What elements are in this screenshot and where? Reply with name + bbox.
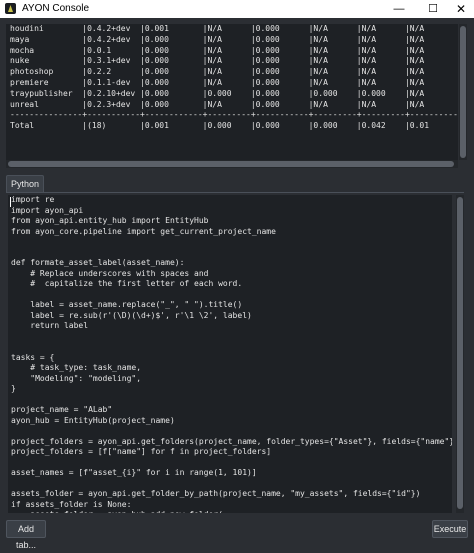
python-code-editor[interactable]: import re import ayon_api from ayon_api.en… xyxy=(8,195,452,513)
code-line: } xyxy=(11,384,16,393)
code-line: project_name = "ALab" xyxy=(11,405,113,414)
code-line: import re xyxy=(11,195,55,204)
close-button[interactable]: ✕ xyxy=(446,0,474,18)
tab-divider xyxy=(6,192,464,193)
minimize-button[interactable]: — xyxy=(384,0,414,18)
output-line: ---------------+-----------+------------… xyxy=(10,110,458,120)
title-bar: AYON Console — ☐ ✕ xyxy=(0,0,474,18)
code-line: assets_folder = ayon_hub.add_new_folder( xyxy=(8,510,452,513)
maximize-button[interactable]: ☐ xyxy=(418,0,448,18)
add-tab-button[interactable]: Add tab... xyxy=(6,520,46,550)
code-line: label = re.sub(r'(\D)(\d+)$', r'\1 \2', … xyxy=(11,310,252,320)
code-line: from ayon_core.pipeline import get_curre… xyxy=(11,226,276,236)
output-line: mocha |0.0.1 |0.000 |N/A |0.000 |N/A |N/… xyxy=(10,45,425,55)
output-line: premiere |0.1.1-dev |0.000 |N/A |0.000 |… xyxy=(10,77,425,87)
code-line: project_folders = ayon_api.get_folders(p… xyxy=(11,436,452,446)
output-line: photoshop |0.2.2 |0.000 |N/A |0.000 |N/A… xyxy=(10,67,425,77)
code-line: # Replace underscores with spaces and xyxy=(11,268,209,278)
code-line: asset_names = [f"asset_{i}" for i in ran… xyxy=(11,468,257,477)
code-line: import ayon_api xyxy=(11,205,84,215)
output-line: unreal |0.2.3+dev |0.000 |N/A |0.000 |N/… xyxy=(10,99,425,109)
code-line: label = asset_name.replace("_", " ").tit… xyxy=(11,300,243,309)
execute-button[interactable]: Execute xyxy=(432,520,468,538)
output-line: traypublisher |0.2.10+dev |0.000 |0.000 … xyxy=(10,88,425,98)
window-title: AYON Console xyxy=(22,3,90,14)
output-line: maya |0.4.2+dev |0.000 |N/A |0.000 |N/A … xyxy=(10,34,425,44)
code-line: return label xyxy=(11,321,89,330)
output-horizontal-scrollbar[interactable] xyxy=(6,160,458,168)
code-line: from ayon_api.entity_hub import EntityHu… xyxy=(11,216,209,225)
tab-python[interactable]: Python xyxy=(6,175,44,193)
code-line: assets_folder = ayon_api.get_folder_by_p… xyxy=(11,489,421,498)
editor-vertical-scrollbar[interactable] xyxy=(456,195,464,513)
code-line: tasks = { xyxy=(11,352,55,362)
code-line: "Modeling": "modeling", xyxy=(11,373,142,383)
output-line: houdini |0.4.2+dev |0.001 |N/A |0.000 |N… xyxy=(10,24,425,33)
ayon-logo-icon xyxy=(5,3,16,14)
code-line: project_folders = [f["name"] for f in pr… xyxy=(11,447,272,456)
output-vertical-scrollbar[interactable] xyxy=(459,24,467,160)
scrollbar-thumb[interactable] xyxy=(8,161,454,167)
code-line: # task_type: task_name, xyxy=(11,363,142,372)
code-line: # capitalize the first letter of each wo… xyxy=(11,279,243,288)
scrollbar-thumb[interactable] xyxy=(460,26,466,158)
console-output[interactable]: houdini |0.4.2+dev |0.001 |N/A |0.000 |N… xyxy=(6,24,458,160)
output-line: Total |(18) |0.001 |0.000 |0.000 |0.000 … xyxy=(10,121,430,131)
text-cursor xyxy=(10,197,11,207)
code-line: ayon_hub = EntityHub(project_name) xyxy=(11,415,175,425)
code-line: def formate_asset_label(asset_name): xyxy=(11,258,185,267)
code-line: if assets_folder is None: xyxy=(11,499,132,509)
scrollbar-thumb[interactable] xyxy=(457,197,463,509)
output-line: nuke |0.3.1+dev |0.000 |N/A |0.000 |N/A … xyxy=(10,56,425,66)
